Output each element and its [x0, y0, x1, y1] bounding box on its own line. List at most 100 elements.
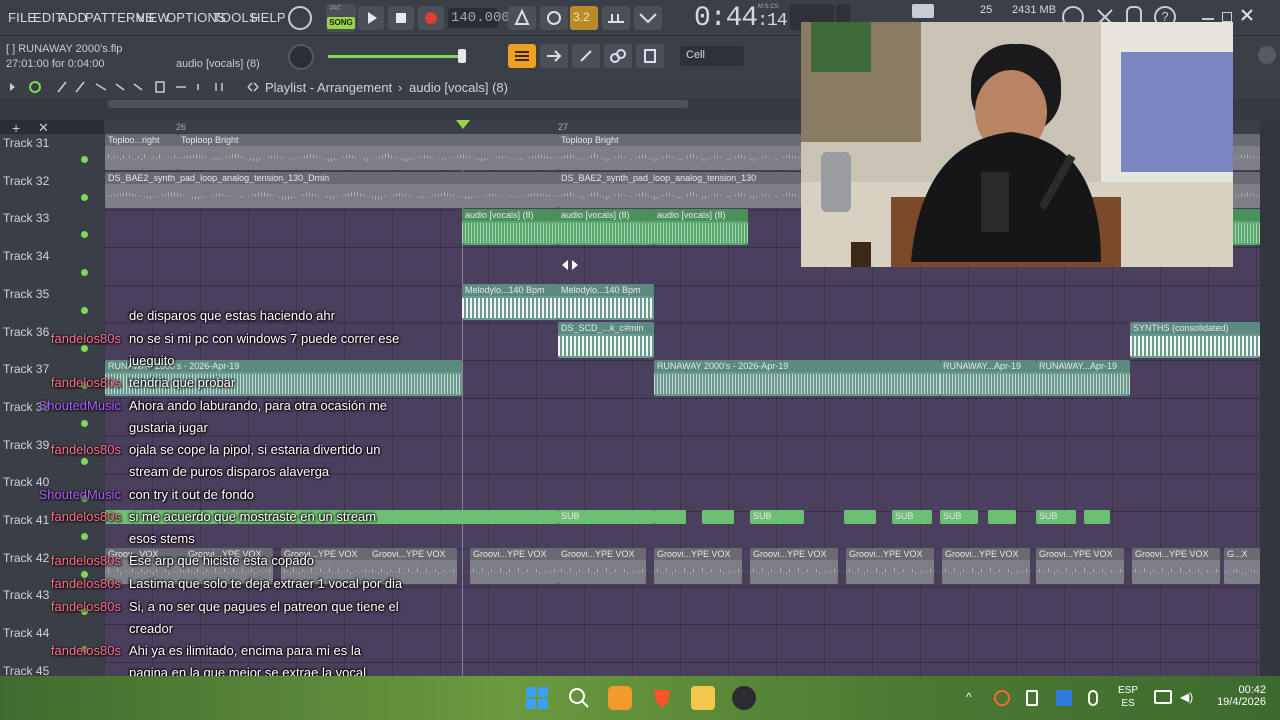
track-name[interactable]: Track 43 — [3, 588, 49, 602]
news-icon[interactable] — [1258, 46, 1276, 64]
step-edit-button[interactable] — [602, 6, 630, 30]
audio-clip[interactable]: Groovi...YPE VOX — [750, 548, 838, 584]
audio-clip[interactable]: Groovi...YPE VOX — [1132, 548, 1220, 584]
track-name[interactable]: Track 39 — [3, 438, 49, 452]
sub-clip[interactable] — [654, 510, 686, 524]
playlist-tools[interactable] — [6, 80, 246, 94]
record-button[interactable] — [418, 6, 444, 30]
audio-clip[interactable]: G...X — [1224, 548, 1260, 584]
system-clock[interactable]: 00:42 19/4/2026 — [1206, 684, 1266, 708]
audio-clip[interactable]: Toploop Bright — [558, 134, 801, 170]
volume-icon[interactable]: ◀) — [1180, 690, 1196, 706]
audio-clip[interactable]: Melodylo...140 Bpm — [462, 284, 558, 320]
track-name[interactable]: Track 44 — [3, 626, 49, 640]
snap-select[interactable]: Cell — [680, 46, 744, 66]
master-pitch-slider[interactable] — [328, 55, 466, 58]
track-name[interactable]: Track 36 — [3, 325, 49, 339]
language-indicator[interactable]: ESP ES — [1116, 684, 1140, 710]
track-enable-led[interactable] — [81, 457, 88, 465]
audio-clip[interactable]: Groovi...YPE VOX — [470, 548, 558, 584]
file-explorer-icon[interactable] — [691, 686, 715, 710]
track-name[interactable]: Track 34 — [3, 249, 49, 263]
chevron-up-icon[interactable]: ^ — [966, 690, 978, 704]
playhead-marker-icon[interactable] — [456, 120, 470, 130]
arrow-button[interactable] — [540, 44, 568, 68]
tray-app-icon[interactable] — [994, 690, 1010, 706]
fl-studio-icon[interactable] — [608, 686, 632, 710]
obs-icon[interactable] — [732, 686, 756, 710]
tempo-display[interactable]: 140.000 — [448, 8, 510, 28]
audio-clip[interactable]: Groovi...YPE VOX — [558, 548, 646, 584]
horizontal-scrollbar[interactable] — [108, 100, 688, 108]
menu-add[interactable]: ADD — [59, 10, 87, 25]
track-name[interactable]: Track 41 — [3, 513, 49, 527]
bluetooth-icon[interactable] — [1056, 690, 1072, 706]
track-name[interactable]: Track 35 — [3, 287, 49, 301]
microphone-icon[interactable] — [1088, 690, 1098, 706]
sub-clip[interactable] — [702, 510, 734, 524]
sub-clip[interactable]: SUB — [940, 510, 978, 524]
sub-clip[interactable]: SUB — [1036, 510, 1076, 524]
audio-clip[interactable]: SYNTHS (consolidated) — [1130, 322, 1260, 358]
wait-for-input-button[interactable] — [540, 6, 568, 30]
audio-clip[interactable]: audio [vocals] (8) — [654, 209, 748, 245]
link-button[interactable] — [604, 44, 632, 68]
vertical-scrollbar[interactable] — [1260, 120, 1280, 676]
minimize-icon[interactable] — [1202, 18, 1214, 20]
pitch-knob[interactable] — [288, 44, 314, 70]
audio-clip[interactable]: DS_BAE2_synth_pad_loop_analog_tension_13… — [558, 172, 801, 208]
sub-clip[interactable]: SUB — [558, 510, 654, 524]
audio-clip[interactable]: Groovi...YPE VOX — [654, 548, 742, 584]
sub-clip[interactable]: SUB — [892, 510, 932, 524]
track-enable-led[interactable] — [81, 419, 88, 427]
audio-clip[interactable]: Groovi...YPE VOX — [942, 548, 1030, 584]
play-button[interactable] — [358, 6, 384, 30]
audio-clip[interactable] — [1232, 172, 1260, 208]
blend-notes-button[interactable] — [634, 6, 662, 30]
menu-help[interactable]: HELP — [251, 10, 286, 25]
slider-handle[interactable] — [458, 49, 466, 63]
audio-clip[interactable]: DS_SCD_...k_c#min — [558, 322, 654, 358]
countdown-button[interactable]: 3.2 — [570, 6, 598, 30]
search-icon[interactable] — [567, 686, 591, 710]
mixer-button[interactable] — [636, 44, 664, 68]
metronome-button[interactable] — [508, 6, 536, 30]
audio-clip[interactable]: Melodylo...140 Bpm — [558, 284, 654, 320]
audio-clip[interactable]: RUNAWAY...Apr-19 — [940, 360, 1036, 396]
sub-clip[interactable] — [844, 510, 876, 524]
track-name[interactable]: Track 42 — [3, 551, 49, 565]
sub-clip[interactable] — [988, 510, 1016, 524]
track-name[interactable]: Track 37 — [3, 362, 49, 376]
track-name[interactable]: Track 32 — [3, 174, 49, 188]
audio-clip[interactable]: Toploop Bright — [178, 134, 558, 170]
master-volume-knob[interactable] — [288, 6, 312, 30]
pencil-button[interactable] — [572, 44, 600, 68]
sub-clip[interactable] — [1084, 510, 1110, 524]
audio-clip[interactable]: RUNAWAY...Apr-19 — [1036, 360, 1130, 396]
stop-button[interactable] — [388, 6, 414, 30]
audio-clip[interactable] — [1232, 134, 1260, 170]
audio-clip[interactable]: DS_BAE2_synth_pad_loop_analog_tension_13… — [105, 172, 558, 208]
menu-view[interactable]: VIEW — [136, 10, 170, 25]
track-enable-led[interactable] — [81, 306, 88, 314]
audio-clip[interactable]: Toploo...right — [105, 134, 178, 170]
track-name[interactable]: Track 33 — [3, 211, 49, 225]
track-name[interactable]: Track 31 — [3, 136, 49, 150]
close-icon[interactable] — [1240, 8, 1254, 22]
start-menu-icon[interactable] — [525, 686, 549, 710]
audio-clip[interactable]: Groovi...YPE VOX — [846, 548, 934, 584]
audio-clip[interactable]: audio [vocals] (8) — [558, 209, 654, 245]
audio-clip[interactable]: audio [vocals] (8) — [462, 209, 558, 245]
track-enable-led[interactable] — [81, 533, 88, 540]
pattern-song-toggle[interactable]: PAT SONG — [326, 4, 356, 32]
track-enable-led[interactable] — [81, 156, 88, 163]
audio-clip[interactable]: RUNAWAY 2000's - 2026-Apr-19 — [654, 360, 940, 396]
usb-icon[interactable] — [1026, 690, 1038, 706]
audio-clip[interactable] — [1232, 209, 1260, 245]
restore-icon[interactable] — [1222, 12, 1232, 22]
network-icon[interactable] — [1154, 690, 1172, 704]
audio-clip[interactable]: Groovi...YPE VOX — [1036, 548, 1124, 584]
brave-browser-icon[interactable] — [650, 686, 674, 710]
sub-clip[interactable]: SUB — [750, 510, 804, 524]
track-enable-led[interactable] — [81, 193, 88, 201]
